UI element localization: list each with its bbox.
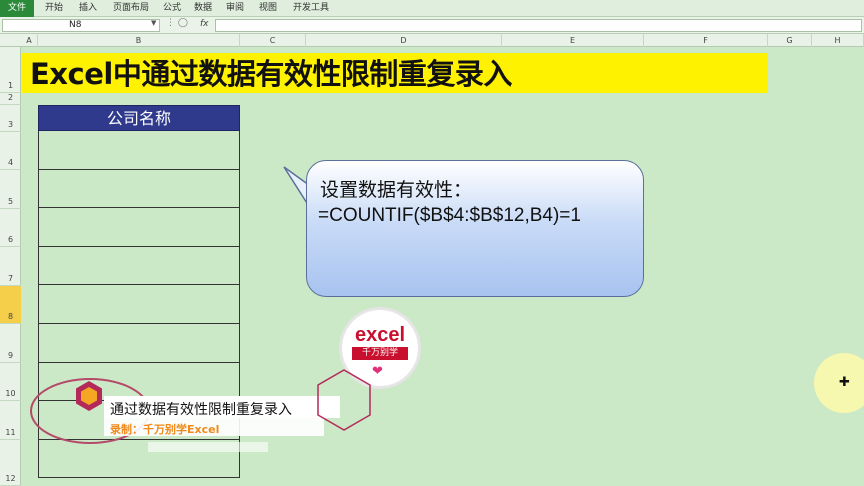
cell-cursor-icon: ✚ xyxy=(839,375,850,390)
tab-view[interactable]: 视图 xyxy=(252,0,284,17)
table-cell[interactable] xyxy=(38,169,240,209)
row-header[interactable]: 6 xyxy=(0,209,21,247)
row-header[interactable]: 4 xyxy=(0,132,21,170)
logo-text: excel xyxy=(354,324,406,346)
tab-file[interactable]: 文件 xyxy=(0,0,34,17)
overlay-bar xyxy=(148,442,268,452)
row-header[interactable]: 11 xyxy=(0,401,21,440)
column-header[interactable]: A xyxy=(21,34,38,47)
row-header[interactable]: 12 xyxy=(0,440,21,486)
column-header[interactable]: B xyxy=(38,34,240,47)
tab-review[interactable]: 审阅 xyxy=(220,0,250,17)
table-cell[interactable] xyxy=(38,208,240,247)
row-header[interactable]: 1 xyxy=(0,47,21,93)
hexagon-outline-icon xyxy=(317,369,371,431)
table-cell[interactable] xyxy=(38,285,240,324)
formula-input[interactable] xyxy=(215,19,862,32)
row-header-selected[interactable]: 8 xyxy=(0,286,21,324)
name-box[interactable]: N8 xyxy=(2,19,160,32)
table-header[interactable]: 公司名称 xyxy=(38,105,240,131)
row-header[interactable]: 5 xyxy=(0,170,21,209)
column-header[interactable]: E xyxy=(502,34,644,47)
row-header[interactable]: 10 xyxy=(0,363,21,401)
table-cell[interactable] xyxy=(38,246,240,286)
formula-bar-controls-icon: ⋮ ◯ xyxy=(166,18,188,28)
tab-insert[interactable]: 插入 xyxy=(72,0,104,17)
row-header[interactable]: 3 xyxy=(0,105,21,132)
tab-developer[interactable]: 开发工具 xyxy=(288,0,334,17)
tab-home[interactable]: 开始 xyxy=(38,0,70,17)
tab-data[interactable]: 数据 xyxy=(188,0,218,17)
column-header[interactable]: G xyxy=(768,34,812,47)
row-header[interactable]: 7 xyxy=(0,247,21,286)
overlay-credit: 录制：千万别学Excel xyxy=(110,423,220,436)
table-cell[interactable] xyxy=(38,131,240,170)
formula-bar: N8 ▼ ⋮ ◯ fx xyxy=(0,17,864,34)
column-header[interactable]: D xyxy=(306,34,502,47)
column-header[interactable]: C xyxy=(240,34,306,47)
logo-subtitle: 千万别学 xyxy=(352,347,408,360)
row-headers: 1 2 3 4 5 6 7 8 9 10 11 12 xyxy=(0,47,21,486)
tab-page-layout[interactable]: 页面布局 xyxy=(106,0,156,17)
insert-function-button[interactable]: fx xyxy=(200,19,209,29)
heart-icon: ❤ xyxy=(372,364,383,379)
column-header[interactable]: F xyxy=(644,34,768,47)
row-header[interactable]: 9 xyxy=(0,324,21,363)
tab-formulas[interactable]: 公式 xyxy=(158,0,186,17)
ribbon-tab-bar: 文件 开始 插入 页面布局 公式 数据 审阅 视图 开发工具 xyxy=(0,0,864,17)
chevron-down-icon[interactable]: ▼ xyxy=(151,19,156,27)
column-headers: A B C D E F G H xyxy=(0,34,864,47)
column-header[interactable]: H xyxy=(812,34,864,47)
table-cell[interactable] xyxy=(38,323,240,363)
row-header[interactable]: 2 xyxy=(0,93,21,105)
overlay-title: 通过数据有效性限制重复录入 xyxy=(110,402,292,418)
callout-formula: =COUNTIF($B$4:$B$12,B4)=1 xyxy=(318,205,581,226)
callout-instruction: 设置数据有效性： xyxy=(320,179,473,201)
sheet-title: Excel中通过数据有效性限制重复录入 xyxy=(30,57,512,91)
hexagon-icon xyxy=(76,381,102,411)
